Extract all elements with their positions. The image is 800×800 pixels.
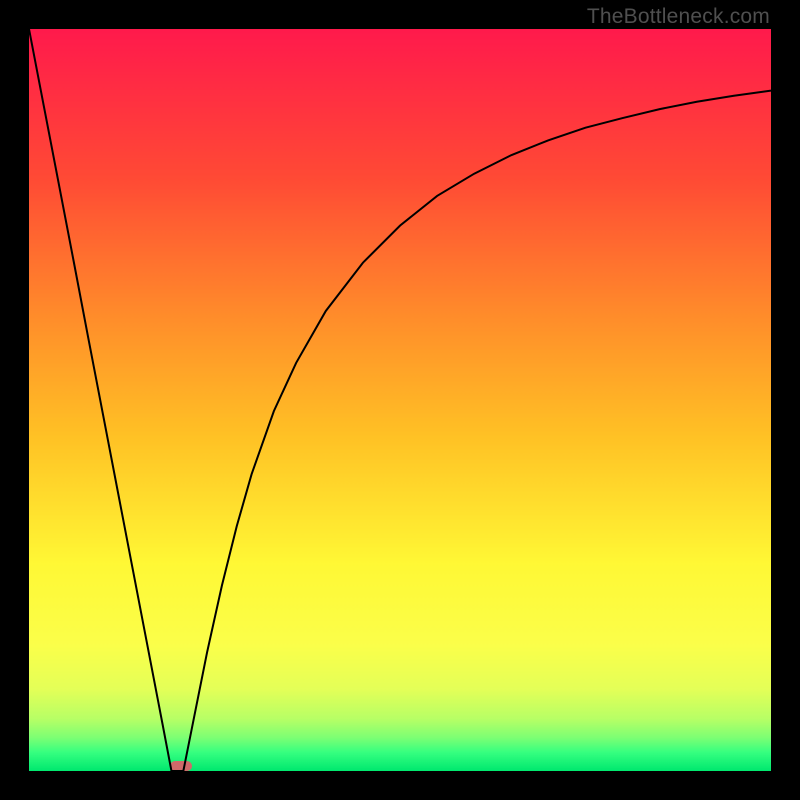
- optimal-marker: [170, 761, 192, 771]
- gradient-background: [29, 29, 771, 771]
- plot-frame: [29, 29, 771, 771]
- watermark-text: TheBottleneck.com: [587, 5, 770, 29]
